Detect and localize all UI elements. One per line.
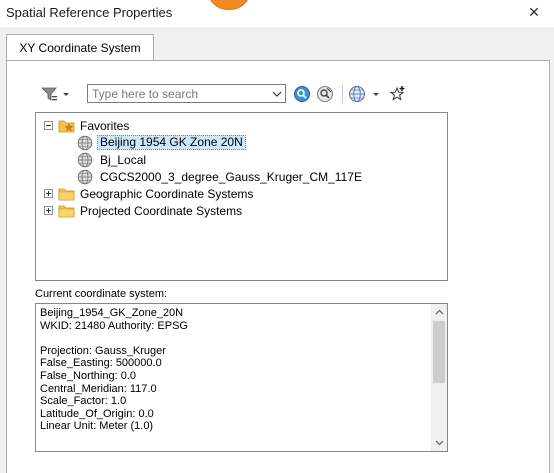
details-line: Linear Unit: Meter (1.0) — [40, 420, 154, 433]
globe-icon — [349, 86, 379, 102]
tab-xy-coordinate-system[interactable]: XY Coordinate System — [6, 34, 154, 61]
notification-badge — [207, 0, 251, 10]
coordinate-system-tree[interactable]: Favorites Beijing 1954 GK Zone 20N Bj_Lo… — [35, 112, 448, 281]
filter-button[interactable] — [37, 85, 73, 103]
details-line: Latitude_Of_Origin: 0.0 — [40, 407, 154, 420]
chevron-down-icon — [435, 440, 443, 446]
tree-item-beijing-1954[interactable]: Beijing 1954 GK Zone 20N — [77, 134, 246, 151]
scroll-down-button[interactable] — [431, 435, 447, 451]
details-line: WKID: 21480 Authority: EPSG — [40, 319, 188, 332]
tree-item-bj-local[interactable]: Bj_Local — [77, 151, 146, 168]
clear-search-icon — [317, 86, 333, 102]
tree-item-favorites[interactable]: Favorites — [58, 117, 129, 134]
globe-icon — [77, 152, 93, 167]
details-line: Projection: Gauss_Kruger — [40, 344, 166, 357]
title-bar: Spatial Reference Properties ✕ — [0, 0, 554, 27]
details-line: False_Northing: 0.0 — [40, 369, 136, 382]
expand-projected-toggle[interactable] — [44, 206, 53, 215]
search-dropdown-button[interactable] — [269, 85, 285, 102]
globe-menu-button[interactable] — [347, 85, 383, 103]
close-button[interactable]: ✕ — [514, 0, 554, 24]
tree-item-geographic-coordinate-systems[interactable]: Geographic Coordinate Systems — [58, 185, 253, 202]
search-input[interactable] — [90, 86, 270, 101]
globe-icon — [77, 135, 93, 150]
search-icon — [294, 86, 310, 102]
search-button[interactable] — [292, 85, 312, 103]
favorites-folder-icon — [58, 120, 75, 132]
toolbar-separator — [342, 85, 343, 103]
vertical-scrollbar[interactable] — [431, 304, 447, 451]
chevron-up-icon — [435, 309, 443, 315]
tree-item-label: Geographic Coordinate Systems — [80, 186, 254, 201]
window-title: Spatial Reference Properties — [6, 5, 173, 20]
expand-geographic-toggle[interactable] — [44, 189, 53, 198]
tree-item-label: Bj_Local — [100, 152, 147, 167]
collapse-favorites-toggle[interactable] — [44, 121, 53, 130]
tree-item-projected-coordinate-systems[interactable]: Projected Coordinate Systems — [58, 202, 242, 219]
current-coordinate-system-label: Current coordinate system: — [35, 288, 168, 300]
globe-icon — [77, 169, 93, 184]
details-line: Scale_Factor: 1.0 — [40, 395, 127, 408]
tree-item-label: Beijing 1954 GK Zone 20N — [97, 135, 246, 150]
tree-item-label: CGCS2000_3_degree_Gauss_Kruger_CM_117E — [100, 169, 362, 184]
search-combobox[interactable] — [87, 84, 286, 103]
clear-search-button[interactable] — [315, 85, 335, 103]
details-line: Beijing_1954_GK_Zone_20N — [40, 307, 184, 319]
folder-icon — [58, 188, 75, 200]
tree-item-label: Favorites — [80, 118, 130, 133]
details-line: Central_Meridian: 117.0 — [40, 382, 157, 395]
add-to-favorites-icon — [389, 86, 405, 101]
details-line — [40, 332, 188, 345]
scrollbar-thumb[interactable] — [433, 321, 445, 383]
scroll-up-button[interactable] — [431, 304, 447, 320]
add-to-favorites-button[interactable] — [387, 85, 407, 103]
chevron-down-icon — [272, 91, 282, 97]
tree-item-label: Projected Coordinate Systems — [80, 203, 243, 218]
tree-item-cgcs2000[interactable]: CGCS2000_3_degree_Gauss_Kruger_CM_117E — [77, 168, 362, 185]
details-text: Beijing_1954_GK_Zone_20N WKID: 21480 Aut… — [40, 307, 188, 433]
folder-icon — [58, 205, 75, 217]
details-line: False_Easting: 500000.0 — [40, 357, 162, 370]
filter-icon — [41, 87, 69, 101]
coordinate-system-details[interactable]: Beijing_1954_GK_Zone_20N WKID: 21480 Aut… — [35, 303, 448, 452]
